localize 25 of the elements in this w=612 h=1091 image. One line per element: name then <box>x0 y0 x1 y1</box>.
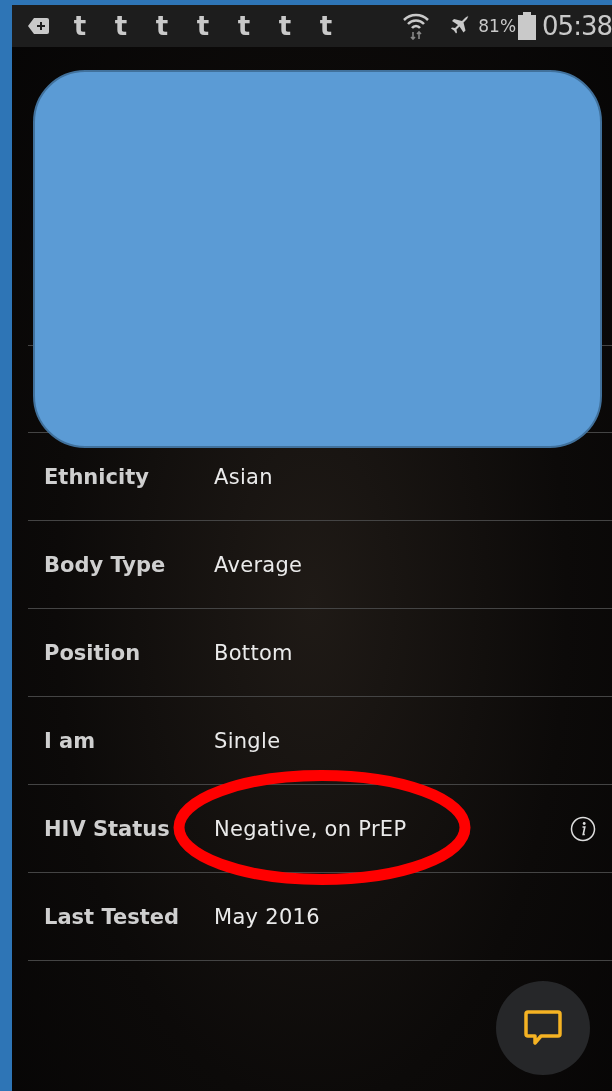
notification-icon: t <box>235 13 253 39</box>
field-value: Negative, on PrEP <box>214 816 407 841</box>
notification-icon: t <box>276 13 294 39</box>
notification-icon: t <box>71 13 89 39</box>
field-label: Ethnicity <box>43 464 150 489</box>
field-label: Last Tested <box>43 904 180 929</box>
notification-icon: t <box>112 13 130 39</box>
notification-icon: t <box>317 13 335 39</box>
info-icon[interactable] <box>570 815 596 842</box>
field-value: Asian <box>214 464 273 489</box>
field-value: Average <box>214 552 303 577</box>
field-value: Bottom <box>214 640 293 665</box>
clock-time: 05:38 <box>542 11 612 41</box>
wifi-icon <box>402 12 431 40</box>
field-label: Position <box>43 640 142 665</box>
battery-icon <box>518 12 537 40</box>
notification-icon <box>28 18 49 34</box>
field-value: May 2016 <box>214 904 320 929</box>
battery-percent: 81% <box>478 16 517 36</box>
field-value: Single <box>214 728 281 753</box>
field-label: Body Type <box>43 552 167 577</box>
notification-icon: t <box>194 13 212 39</box>
field-label: HIV Status <box>43 816 171 841</box>
field-label: I am <box>43 728 97 753</box>
notification-icon: t <box>153 13 171 39</box>
